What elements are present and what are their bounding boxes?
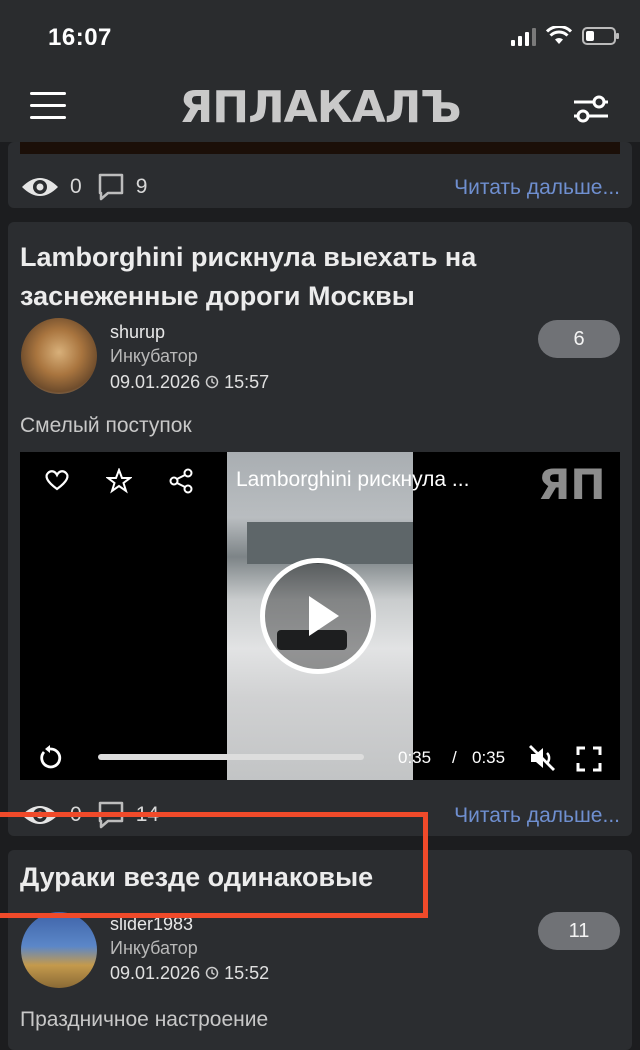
avatar[interactable] <box>21 318 97 394</box>
author-group: Инкубатор <box>110 938 198 958</box>
post-date: 09.01.2026 <box>110 963 201 983</box>
rating-badge[interactable]: 6 <box>538 320 620 358</box>
post-datetime: 09.01.2026 15:57 <box>110 372 269 393</box>
video-progress-bar[interactable] <box>98 754 364 760</box>
fullscreen-icon[interactable] <box>576 746 602 777</box>
read-more-link[interactable]: Читать дальше... <box>454 804 620 828</box>
post-time: 15:57 <box>224 372 270 392</box>
wifi-icon <box>546 26 572 44</box>
frame-building <box>247 522 413 564</box>
replay-icon[interactable] <box>36 744 64 777</box>
media-edge <box>20 142 620 154</box>
post-lead: Праздничное настроение <box>20 1008 269 1031</box>
video-title: Lamborghini рискнула ... <box>236 468 470 491</box>
video-current-time: 0:35 <box>398 748 432 767</box>
post-time: 15:52 <box>224 963 270 983</box>
views-count: 0 <box>70 175 82 198</box>
site-logo[interactable]: ЯПЛАКАЛЪ <box>0 82 640 133</box>
avatar[interactable] <box>21 912 97 988</box>
post-title[interactable]: Lamborghini рискнула выехать на заснежен… <box>20 238 580 316</box>
eye-icon <box>22 178 58 196</box>
status-time: 16:07 <box>48 24 112 51</box>
mute-icon[interactable] <box>528 744 556 777</box>
video-duration: 0:35 <box>472 748 506 767</box>
comments-count[interactable]: 9 <box>136 175 148 199</box>
status-icons <box>511 26 619 46</box>
author-name[interactable]: shurup <box>110 322 165 343</box>
clock-icon <box>205 375 219 389</box>
post0-stats: 0 9 <box>20 172 147 202</box>
clock-icon <box>205 966 219 980</box>
video-watermark: ЯП <box>538 460 606 509</box>
post-date: 09.01.2026 <box>110 372 201 392</box>
comment-icon[interactable] <box>96 172 126 202</box>
video-time-separator: / <box>452 748 457 767</box>
video-player[interactable]: Lamborghini рискнула ... ЯП 0:35 / 0:35 <box>20 452 620 780</box>
read-more-link[interactable]: Читать дальше... <box>454 176 620 200</box>
rating-badge[interactable]: 11 <box>538 912 620 950</box>
battery-icon <box>582 27 619 45</box>
play-button[interactable] <box>260 558 376 674</box>
like-icon[interactable] <box>44 468 70 497</box>
author-group: Инкубатор <box>110 346 198 366</box>
post-lead: Смелый поступок <box>20 414 192 437</box>
share-icon[interactable] <box>168 468 194 499</box>
highlight-box <box>0 812 428 918</box>
filter-settings-icon[interactable] <box>572 93 610 125</box>
signal-icon <box>511 26 536 46</box>
post-datetime: 09.01.2026 15:52 <box>110 963 269 984</box>
star-icon[interactable] <box>105 467 133 499</box>
